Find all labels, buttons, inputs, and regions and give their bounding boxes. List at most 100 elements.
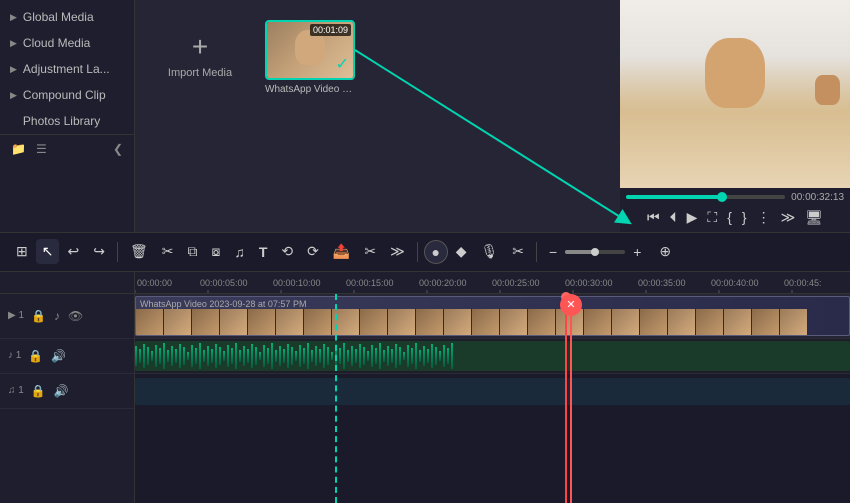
video-track-num: ▶ 1 [8, 310, 24, 321]
more-tools[interactable]: ≫ [384, 239, 411, 264]
list-icon-btn[interactable]: ☰ [35, 141, 48, 157]
frame-11 [416, 309, 444, 335]
svg-text:00:00:35:00: 00:00:35:00 [638, 278, 686, 288]
sidebar-item-cloud-media[interactable]: ▶ Cloud Media [0, 30, 134, 56]
music-clip [135, 378, 850, 405]
audio-tool[interactable]: ♫ [228, 240, 251, 264]
arrow-icon: ▶ [10, 38, 17, 49]
sidebar-item-label: Compound Clip [23, 88, 106, 102]
video-track-mute[interactable]: ♪ [53, 308, 61, 324]
frame-4 [220, 309, 248, 335]
redo-button[interactable]: ↪ [87, 239, 111, 264]
thumb-frame: 00:01:09 ✓ [265, 20, 355, 80]
menu-button[interactable]: ⋮ [755, 207, 773, 228]
frame-3 [192, 309, 220, 335]
progress-fill [626, 195, 722, 199]
razor-tool[interactable]: ✂ [506, 239, 530, 264]
snap-tool[interactable]: ● [424, 240, 448, 264]
separator [117, 242, 118, 262]
frame-1 [136, 309, 164, 335]
frame-13 [472, 309, 500, 335]
sidebar-item-photos-library[interactable]: ▶ Photos Library [0, 108, 134, 134]
more-button[interactable]: ≫ [779, 207, 798, 228]
grid-tool[interactable]: ⊞ [10, 239, 34, 264]
duration-badge: 00:01:09 [310, 24, 351, 36]
frame-16 [556, 309, 584, 335]
timeline: 00:00:00 00:00:05:00 00:00:10:00 00:00:1… [135, 272, 850, 503]
track-labels: ▶ 1 🔒 ♪ 👁 ♪ 1 🔒 🔊 ♫ 1 🔒 🔊 [0, 272, 135, 503]
paste-tool[interactable]: ⧇ [205, 239, 226, 264]
video-track-label: ▶ 1 🔒 ♪ 👁 [0, 294, 134, 339]
rewind-button[interactable]: ⏮ [645, 207, 662, 228]
waveform-svg [135, 341, 850, 371]
select-tool[interactable]: ↖ [36, 239, 60, 264]
preview-panel: 00:00:32:13 ⏮ ⏴ ▶ ⛶ { } ⋮ ≫ 🖥 [620, 0, 850, 232]
marker-tool[interactable]: ◆ [450, 239, 473, 264]
music-track-lock[interactable]: 🔒 [30, 383, 47, 399]
export-tool[interactable]: 📤 [327, 239, 356, 264]
ruler-svg: 00:00:00 00:00:05:00 00:00:10:00 00:00:1… [135, 272, 850, 293]
import-media-button[interactable]: + Import Media [155, 20, 245, 90]
frame-14 [500, 309, 528, 335]
progress-container[interactable] [626, 195, 785, 199]
minus-zoom[interactable]: − [543, 240, 563, 264]
music-track-volume[interactable]: 🔊 [53, 383, 70, 399]
rotate-ccw-tool[interactable]: ⟲ [275, 239, 299, 264]
music-track[interactable] [135, 374, 850, 409]
video-clip-thumb[interactable]: 00:01:09 ✓ WhatsApp Video 202... [265, 20, 355, 95]
svg-text:00:00:00: 00:00:00 [137, 278, 172, 288]
audio-track[interactable] [135, 339, 850, 374]
frame-7 [304, 309, 332, 335]
clip-label: WhatsApp Video 2023-09-28 at 07:57 PM [140, 299, 306, 309]
audio-track-label: ♪ 1 🔒 🔊 [0, 339, 134, 374]
sidebar-item-label: Adjustment La... [23, 62, 110, 76]
music-track-num: ♫ 1 [8, 385, 24, 396]
rotate-cw-tool[interactable]: ⟳ [301, 239, 325, 264]
add-track-button[interactable]: ⊕ [653, 239, 677, 264]
split-tool[interactable]: ✂ [358, 239, 382, 264]
video-clip-content: WhatsApp Video 2023-09-28 at 07:57 PM [135, 296, 850, 336]
sidebar-item-global-media[interactable]: ▶ Global Media [0, 4, 134, 30]
video-frames [136, 309, 849, 335]
sidebar-item-label: Global Media [23, 10, 94, 24]
timeline-area: ▶ 1 🔒 ♪ 👁 ♪ 1 🔒 🔊 ♫ 1 🔒 🔊 00:00:00 00:00… [0, 272, 850, 503]
mark-in-button[interactable]: { [725, 207, 734, 227]
fullscreen-button[interactable]: ⛶ [705, 207, 719, 228]
progress-thumb [717, 192, 727, 202]
step-back-button[interactable]: ⏴ [668, 207, 679, 228]
audio-track-lock[interactable]: 🔒 [27, 348, 44, 364]
sidebar-item-compound-clip[interactable]: ▶ Compound Clip [0, 82, 134, 108]
play-button[interactable]: ▶ [685, 207, 700, 228]
time-ruler[interactable]: 00:00:00 00:00:05:00 00:00:10:00 00:00:1… [135, 272, 850, 294]
preview-progress-bar[interactable]: 00:00:32:13 [626, 192, 844, 203]
frame-22 [724, 309, 752, 335]
delete-button[interactable]: 🗑 [124, 239, 154, 264]
video-track-lock[interactable]: 🔒 [30, 308, 47, 324]
sidebar-item-label: Cloud Media [23, 36, 90, 50]
mark-out-button[interactable]: } [740, 207, 749, 227]
undo-button[interactable]: ↩ [61, 239, 85, 264]
svg-text:00:00:20:00: 00:00:20:00 [419, 278, 467, 288]
video-track-eye[interactable]: 👁 [67, 308, 84, 324]
cut-tool[interactable]: ✂ [156, 239, 180, 264]
arrow-icon: ▶ [10, 64, 17, 75]
preview-frame [620, 0, 850, 188]
preview-transport: ⏮ ⏴ ▶ ⛶ { } ⋮ ≫ 🖥 [626, 207, 844, 228]
sidebar-item-adjustment[interactable]: ▶ Adjustment La... [0, 56, 134, 82]
collapse-icon-btn[interactable]: ❮ [112, 141, 124, 157]
copy-tool[interactable]: ⧉ [181, 239, 203, 264]
video-track[interactable]: WhatsApp Video 2023-09-28 at 07:57 PM [135, 294, 850, 339]
frame-24 [780, 309, 808, 335]
plus-zoom[interactable]: + [627, 240, 647, 264]
frame-12 [444, 309, 472, 335]
frame-17 [584, 309, 612, 335]
monitor-button[interactable]: 🖥 [803, 207, 825, 228]
sidebar: ▶ Global Media ▶ Cloud Media ▶ Adjustmen… [0, 0, 135, 232]
folder-icon-btn[interactable]: 📁 [10, 141, 27, 157]
mic-tool[interactable]: 🎙 [475, 239, 505, 264]
zoom-slider[interactable] [565, 250, 625, 254]
frame-2 [164, 309, 192, 335]
svg-text:00:00:45:: 00:00:45: [784, 278, 822, 288]
text-tool[interactable]: T [253, 240, 274, 264]
audio-track-volume[interactable]: 🔊 [50, 348, 67, 364]
